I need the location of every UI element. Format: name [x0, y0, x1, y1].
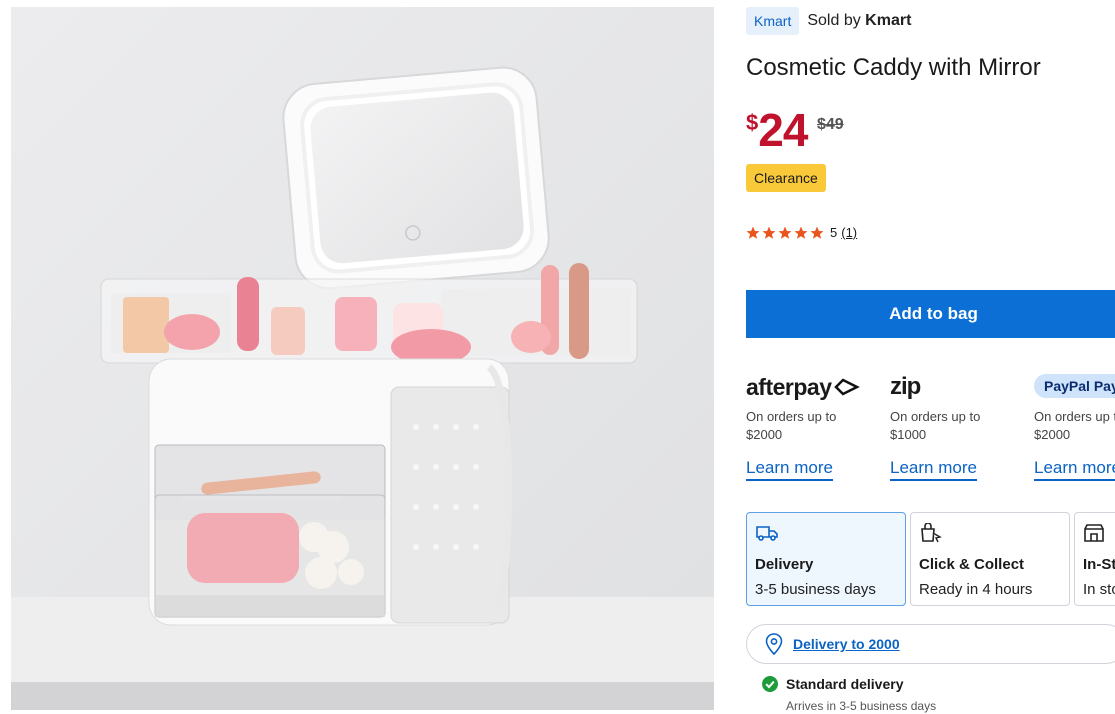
- paypal-sub-line1: On orders up to: [1034, 409, 1115, 424]
- add-to-bag-button[interactable]: Add to bag: [746, 290, 1115, 338]
- afterpay-learn-more-link[interactable]: Learn more: [746, 458, 833, 481]
- bag-cursor-icon: [921, 522, 942, 543]
- zip-sub-line2: $1000: [890, 427, 927, 442]
- product-image[interactable]: [11, 7, 714, 710]
- fulfilment-card-delivery[interactable]: Delivery 3-5 business days: [746, 512, 906, 606]
- zip-logo-text: zip: [890, 373, 921, 400]
- afterpay-sub: On orders up to $2000: [746, 408, 876, 444]
- truck-icon: [756, 526, 778, 541]
- standard-delivery-title: Standard delivery: [786, 676, 904, 692]
- rating-count[interactable]: (1): [841, 225, 857, 240]
- paypal-logo: PayPal Pay in 4: [1034, 374, 1115, 398]
- seller-name: Kmart: [865, 12, 912, 29]
- product-photo: [11, 7, 714, 710]
- fulfilment-card-in-store[interactable]: In-St In sto: [1074, 512, 1115, 606]
- brand-badge[interactable]: Kmart: [746, 7, 800, 35]
- zip-sub-line1: On orders up to: [890, 409, 981, 424]
- paypal-logo-text: PayPal Pay in 4: [1044, 378, 1115, 394]
- was-price: $49: [817, 116, 844, 133]
- delivery-to-link[interactable]: Delivery to 2000: [793, 636, 900, 652]
- zip-sub: On orders up to $1000: [890, 408, 1020, 444]
- payment-option-paypal: PayPal Pay in 4 On orders up to $2000 Le…: [1034, 374, 1115, 481]
- paypal-sub-line2: $2000: [1034, 427, 1071, 442]
- payment-option-afterpay: afterpay On orders up to $2000 Learn mor…: [746, 374, 876, 481]
- sold-by-prefix: Sold by: [807, 12, 861, 29]
- rating[interactable]: 5 (1): [746, 225, 857, 240]
- price-amount: 24: [758, 104, 808, 156]
- afterpay-sub-line1: On orders up to: [746, 409, 837, 424]
- paypal-sub: On orders up to $2000: [1034, 408, 1115, 444]
- afterpay-logo: afterpay: [746, 374, 876, 400]
- click-collect-sub: Ready in 4 hours: [919, 581, 1033, 598]
- rating-value: 5: [830, 225, 838, 240]
- payment-option-zip: zip On orders up to $1000 Learn more: [890, 373, 1020, 481]
- check-circle-icon: [762, 676, 778, 692]
- location-pin-icon: [765, 633, 783, 655]
- price: $ 24: [746, 104, 808, 156]
- afterpay-sub-line2: $2000: [746, 427, 783, 442]
- click-collect-title: Click & Collect: [919, 556, 1025, 573]
- paypal-learn-more-link[interactable]: Learn more: [1034, 458, 1115, 481]
- star-icon: [746, 226, 824, 239]
- standard-delivery-sub: Arrives in 3-5 business days: [786, 699, 937, 713]
- zip-logo: zip: [890, 373, 1020, 400]
- price-currency: $: [746, 110, 759, 135]
- product-details-panel: Kmart Sold by Kmart Cosmetic Caddy with …: [746, 0, 1115, 714]
- in-store-sub: In sto: [1083, 581, 1115, 598]
- rating-stars: [746, 226, 826, 240]
- fulfilment-card-click-collect[interactable]: Click & Collect Ready in 4 hours: [910, 512, 1070, 606]
- in-store-title: In-St: [1083, 556, 1115, 573]
- delivery-location[interactable]: Delivery to 2000: [746, 624, 1115, 664]
- delivery-title: Delivery: [755, 556, 814, 573]
- sold-by: Sold by Kmart: [807, 12, 911, 30]
- afterpay-logo-text: afterpay: [746, 373, 832, 400]
- afterpay-arrows-icon: [834, 378, 861, 396]
- product-title: Cosmetic Caddy with Mirror: [746, 54, 1041, 81]
- store-icon: [1084, 524, 1104, 542]
- standard-delivery: Standard delivery: [762, 676, 904, 692]
- seller-row: Kmart Sold by Kmart: [746, 7, 911, 35]
- zip-learn-more-link[interactable]: Learn more: [890, 458, 977, 481]
- delivery-sub: 3-5 business days: [755, 581, 876, 598]
- clearance-badge: Clearance: [746, 164, 826, 192]
